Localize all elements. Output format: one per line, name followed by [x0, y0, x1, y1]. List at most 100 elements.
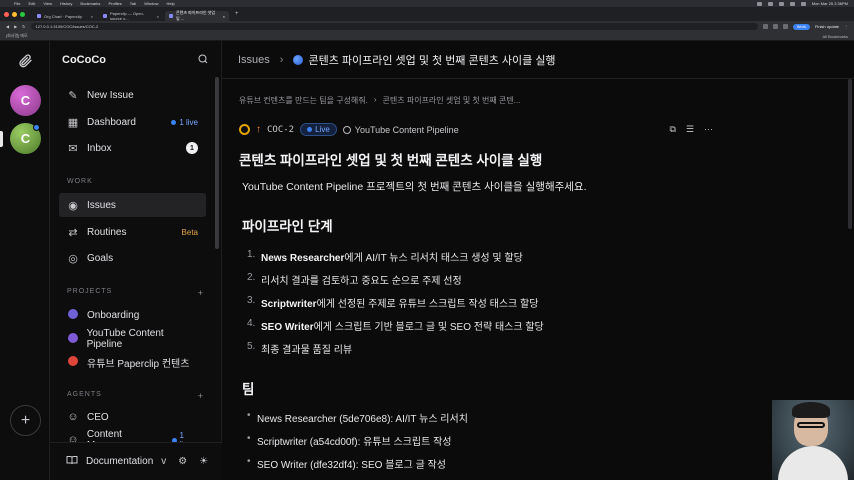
- finish-update-button[interactable]: Finish update: [815, 24, 839, 29]
- close-tab-icon[interactable]: ×: [157, 14, 159, 19]
- forward-icon[interactable]: ▶: [14, 24, 17, 29]
- issue-title[interactable]: 콘텐츠 파이프라인 셋업 및 첫 번째 콘텐츠 사이클 실행: [239, 149, 542, 169]
- maximize-window-icon[interactable]: [20, 11, 25, 17]
- parent-issue-link[interactable]: 유튜브 컨텐츠를 만드는 팀을 구성해줘.: [239, 95, 368, 106]
- target-icon: ◎: [68, 252, 78, 265]
- bookmark-item[interactable]: [회사명] 메모: [6, 33, 28, 39]
- status-icon[interactable]: [778, 1, 784, 6]
- section-agents: AGENTS +: [67, 391, 203, 401]
- minimize-window-icon[interactable]: [12, 11, 17, 17]
- extension-icon[interactable]: [762, 24, 768, 29]
- project-color-dot: [68, 308, 78, 319]
- sidebar-project-youtube-paperclip[interactable]: 유튜브 Paperclip 컨텐츠: [59, 350, 206, 374]
- paperclip-icon[interactable]: [17, 53, 33, 72]
- breadcrumb-issues[interactable]: Issues: [238, 54, 270, 66]
- company-avatar-selected[interactable]: C: [10, 123, 41, 154]
- sidebar-item-issues[interactable]: ◉ Issues: [59, 193, 206, 217]
- browser-menu-icon[interactable]: ⋮: [844, 24, 848, 29]
- more-horizontal-icon[interactable]: ···: [704, 124, 713, 135]
- menu-view[interactable]: View: [43, 1, 52, 6]
- project-link[interactable]: YouTube Content Pipeline: [342, 124, 459, 135]
- sidebar-item-routines[interactable]: ⇄ Routines Beta: [59, 220, 206, 244]
- close-window-icon[interactable]: [4, 11, 9, 17]
- status-todo-icon[interactable]: [239, 124, 250, 135]
- menu-help[interactable]: Help: [166, 1, 174, 6]
- issue-meta-row: ↑ COC-2 Live YouTube Content Pipeline ⧉ …: [239, 123, 713, 136]
- menu-edit[interactable]: Edit: [28, 1, 35, 6]
- presenter-hair: [792, 402, 830, 418]
- presenter-glasses: [797, 422, 825, 428]
- add-company-button[interactable]: +: [10, 405, 41, 436]
- sidebar-project-youtube-pipeline[interactable]: YouTube Content Pipeline: [59, 327, 206, 351]
- list-item: • Scriptwriter (a54cd00f): 유튜브 스크립트 작성: [247, 433, 452, 448]
- menu-profiles[interactable]: Profiles: [108, 1, 121, 6]
- project-label: YouTube Content Pipeline: [354, 124, 459, 135]
- reload-icon[interactable]: ↻: [22, 24, 25, 29]
- main-scrollbar[interactable]: [848, 79, 852, 229]
- breadcrumb-current: 콘텐츠 파이프라인 셋업 및 첫 번째 콘텐츠 사이클 실행: [293, 52, 556, 68]
- close-tab-icon[interactable]: ×: [91, 14, 93, 19]
- live-indicator: 1 live: [171, 118, 198, 127]
- chevron-down-icon[interactable]: v: [161, 456, 166, 467]
- menu-clock[interactable]: Mon Mar 25 2:36PM: [812, 1, 848, 6]
- project-ring-icon: [342, 125, 351, 134]
- list-number: 3.: [247, 295, 256, 306]
- new-tab-button[interactable]: +: [231, 11, 243, 21]
- sidebar-agent-ceo[interactable]: ☺ CEO: [59, 405, 206, 429]
- menu-window[interactable]: Window: [144, 1, 158, 6]
- priority-high-icon[interactable]: ↑: [256, 124, 261, 135]
- sidebar-item-label: Onboarding: [87, 309, 140, 321]
- company-name[interactable]: CoCoCo: [62, 54, 106, 66]
- sidebar-item-label: New Issue: [87, 89, 134, 101]
- sidebar-item-goals[interactable]: ◎ Goals: [59, 246, 206, 270]
- section-projects: PROJECTS +: [67, 288, 203, 298]
- browser-tab[interactable]: Paperclip — Open-source o... ×: [99, 11, 163, 21]
- gear-icon[interactable]: ⚙: [178, 456, 187, 467]
- live-dot: [171, 119, 177, 125]
- battery-icon[interactable]: [800, 1, 806, 6]
- sliders-icon[interactable]: ☰: [686, 124, 694, 135]
- extension-icon[interactable]: [782, 24, 788, 29]
- issue-id: COC-2: [267, 124, 295, 135]
- wifi-icon[interactable]: [789, 1, 795, 6]
- bullet: •: [247, 433, 251, 444]
- list-item: 2. 리서치 결과를 검토하고 중요도 순으로 주제 선정: [247, 272, 462, 287]
- breadcrumb-current-label: 콘텐츠 파이프라인 셋업 및 첫 번째 콘텐츠 사이클 실행: [308, 54, 556, 67]
- sidebar-scrollbar[interactable]: [215, 77, 219, 249]
- extension-icon[interactable]: [772, 24, 778, 29]
- sidebar-project-onboarding[interactable]: Onboarding: [59, 303, 206, 327]
- selected-company-indicator: [0, 131, 3, 147]
- sidebar-item-dashboard[interactable]: ▦ Dashboard 1 live: [59, 110, 206, 134]
- search-icon[interactable]: [197, 53, 209, 68]
- live-badge: Live: [300, 123, 337, 136]
- sun-icon[interactable]: ☀: [199, 456, 208, 467]
- add-project-button[interactable]: +: [198, 288, 203, 298]
- menu-history[interactable]: History: [60, 1, 72, 6]
- company-avatar[interactable]: C: [10, 85, 41, 116]
- add-agent-button[interactable]: +: [198, 391, 203, 401]
- issue-status-icon: [293, 54, 304, 65]
- description-lead: YouTube Content Pipeline 프로젝트의 첫 번째 콘텐츠 …: [242, 181, 587, 193]
- new-issue-button[interactable]: ✎ New Issue: [59, 83, 206, 107]
- all-bookmarks[interactable]: All Bookmarks: [822, 34, 848, 39]
- menu-bookmarks[interactable]: Bookmarks: [80, 1, 100, 6]
- status-icon[interactable]: [756, 1, 762, 6]
- copy-icon[interactable]: ⧉: [669, 124, 675, 135]
- list-text: 에게 AI/IT 뉴스 리서치 태스크 생성 및 할당: [344, 253, 523, 264]
- section-label: PROJECTS: [67, 288, 113, 295]
- close-tab-icon[interactable]: ×: [223, 14, 225, 19]
- tab-favicon-icon: [37, 14, 41, 18]
- agent-name: SEO Writer: [261, 322, 314, 333]
- address-bar[interactable]: 127.0.0.1:3100/COC/issues/COC-2: [30, 23, 758, 30]
- list-text: 에게 스크립트 기반 블로그 글 및 SEO 전략 태스크 할당: [313, 322, 544, 333]
- sidebar-item-inbox[interactable]: ✉ Inbox 1: [59, 136, 206, 160]
- browser-tab[interactable]: Org Chart · Paperclip ×: [33, 11, 97, 21]
- menu-tab[interactable]: Tab: [130, 1, 136, 6]
- work-profile-button[interactable]: Work: [792, 23, 810, 30]
- status-icon[interactable]: [767, 1, 773, 6]
- browser-tab-active[interactable]: 콘텐츠 파이프라인 셋업 및 ... ×: [165, 10, 229, 21]
- tab-label: Org Chart · Paperclip: [44, 13, 82, 19]
- documentation-link[interactable]: Documentation: [86, 456, 153, 467]
- back-icon[interactable]: ◀: [6, 24, 9, 29]
- menu-file[interactable]: File: [14, 1, 20, 6]
